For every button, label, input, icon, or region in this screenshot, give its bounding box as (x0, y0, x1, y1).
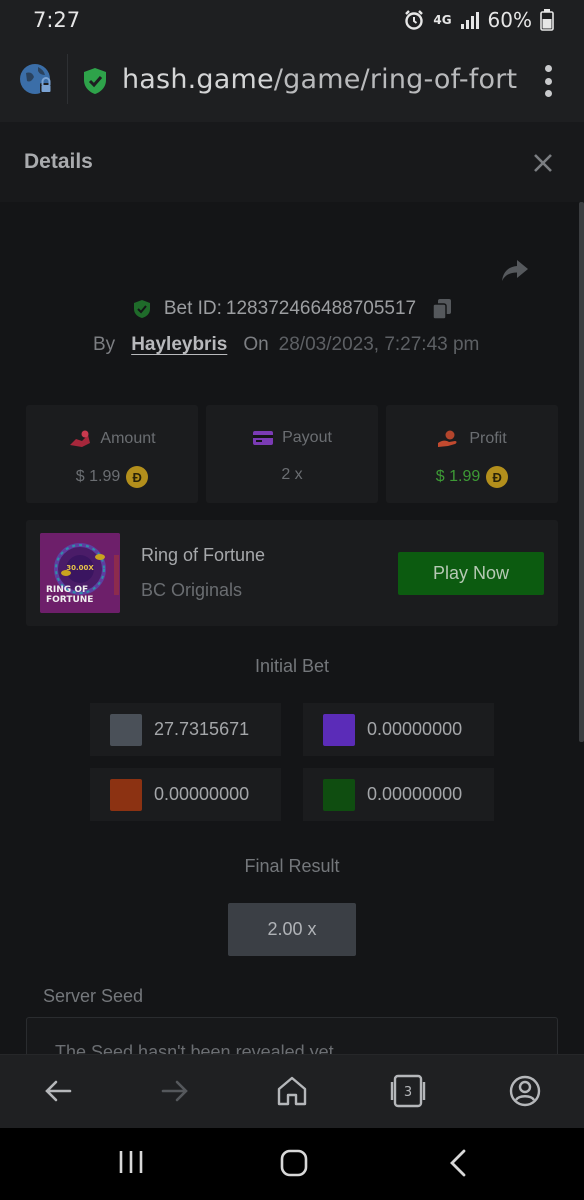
game-name[interactable]: Ring of Fortune (141, 545, 265, 566)
final-result-title: Final Result (244, 856, 340, 876)
browser-toolbar: hash.game/game/ring-of-fortune (0, 40, 584, 122)
battery-percent: 60% (487, 8, 532, 32)
page-title: Details (24, 150, 93, 173)
tabs-icon: 3 (390, 1074, 426, 1108)
bet-value: 0.00000000 (367, 719, 463, 739)
stat-label: Profit (469, 430, 507, 447)
signal-icon (460, 12, 479, 29)
by-label: By (93, 334, 116, 355)
bet-cell: 27.7315671 (90, 703, 281, 756)
bet-date: 28/03/2023, 7:27:43 pm (278, 334, 480, 355)
bet-cell: 0.00000000 (303, 768, 494, 821)
bet-cell: 0.00000000 (303, 703, 494, 756)
tabs-button[interactable]: 3 (390, 1074, 426, 1108)
details-header: Details (0, 122, 584, 202)
share-icon[interactable] (500, 258, 530, 284)
final-result-value: 2.00 x (228, 903, 356, 956)
bet-meta-row: By Hayleybris On 28/03/2023, 7:27:43 pm (93, 334, 479, 356)
svg-text:3: 3 (404, 1085, 412, 1100)
network-type: 4G (433, 13, 452, 27)
system-nav-bar (0, 1128, 584, 1200)
ring-of-fortune-logo: 30.00X RING OF FORTUNE (40, 533, 120, 613)
svg-text:FORTUNE: FORTUNE (46, 595, 93, 605)
status-bar: 7:27 4G 60% (0, 0, 584, 40)
doge-coin-icon: Đ (126, 466, 149, 488)
bet-cell: 0.00000000 (90, 768, 281, 821)
stat-value: $ 1.99 (75, 468, 121, 485)
color-swatch (323, 778, 355, 811)
game-thumbnail[interactable]: 30.00X RING OF FORTUNE (40, 533, 120, 613)
recent-apps-icon[interactable] (117, 1148, 145, 1176)
alarm-icon (405, 10, 424, 30)
stat-value: $ 1.99 (435, 468, 481, 485)
details-content: Bet ID: 128372466488705517 By Hayleybris… (0, 202, 584, 1054)
copy-icon[interactable] (432, 298, 452, 320)
svg-text:30.00X: 30.00X (66, 564, 94, 572)
url-field[interactable]: hash.game/game/ring-of-fortune (122, 64, 518, 95)
initial-bet-grid: 27.7315671 0.00000000 0.00000000 0.00000… (90, 703, 494, 821)
status-time: 7:27 (33, 8, 81, 32)
forward-arrow-icon[interactable] (158, 1074, 192, 1108)
payout-card-icon (253, 431, 274, 445)
user-link[interactable]: Hayleybris (131, 334, 227, 356)
server-seed-text: The Seed hasn't been revealed yet (55, 1042, 334, 1054)
verified-shield-icon (133, 300, 150, 318)
amount-icon (70, 430, 91, 447)
color-swatch (110, 713, 142, 746)
initial-bet-title: Initial Bet (254, 656, 330, 676)
color-swatch (323, 713, 355, 746)
stat-value: 2 x (281, 466, 303, 483)
battery-icon (540, 9, 554, 31)
stat-label: Amount (100, 430, 156, 447)
bet-id-label: Bet ID: (163, 298, 222, 319)
server-seed-field: The Seed hasn't been revealed yet (26, 1017, 558, 1054)
system-home-icon[interactable] (279, 1148, 309, 1178)
game-provider: BC Originals (141, 580, 243, 600)
stat-payout: Payout 2 x (206, 405, 378, 503)
stat-profit: Profit $ 1.99 Đ (386, 405, 558, 503)
on-label: On (243, 334, 269, 355)
bet-id-value: 128372466488705517 (225, 298, 417, 319)
status-icons: 4G 60% (403, 8, 554, 32)
bet-value: 0.00000000 (367, 784, 463, 804)
stat-label: Payout (282, 429, 332, 446)
site-info-icon[interactable] (18, 61, 56, 99)
account-icon[interactable] (508, 1074, 542, 1108)
url-path: /game/ring-of-fortune (273, 64, 518, 95)
url-divider (67, 54, 68, 104)
url-host: hash.game (122, 64, 274, 95)
bet-value: 0.00000000 (154, 784, 250, 804)
home-icon[interactable] (275, 1074, 309, 1108)
doge-coin-icon: Đ (486, 466, 509, 488)
server-seed-label: Server Seed (43, 986, 144, 1006)
bet-id-row: Bet ID: 128372466488705517 (0, 298, 584, 320)
stats-row: Amount $ 1.99 Đ Payout 2 x Profit $ 1.99… (26, 405, 558, 503)
game-card: 30.00X RING OF FORTUNE Ring of Fortune B… (26, 520, 558, 626)
back-arrow-icon[interactable] (41, 1074, 75, 1108)
profit-icon (438, 430, 457, 447)
system-back-icon[interactable] (446, 1148, 470, 1178)
stat-amount: Amount $ 1.99 Đ (26, 405, 198, 503)
browser-bottom-nav: 3 (0, 1054, 584, 1128)
play-now-button[interactable]: Play Now (398, 552, 544, 595)
bet-value: 27.7315671 (154, 719, 250, 739)
svg-text:RING OF: RING OF (46, 585, 88, 595)
close-icon[interactable] (530, 150, 556, 176)
secure-shield-icon (84, 68, 106, 94)
color-swatch (110, 778, 142, 811)
browser-menu-icon[interactable] (540, 65, 556, 97)
